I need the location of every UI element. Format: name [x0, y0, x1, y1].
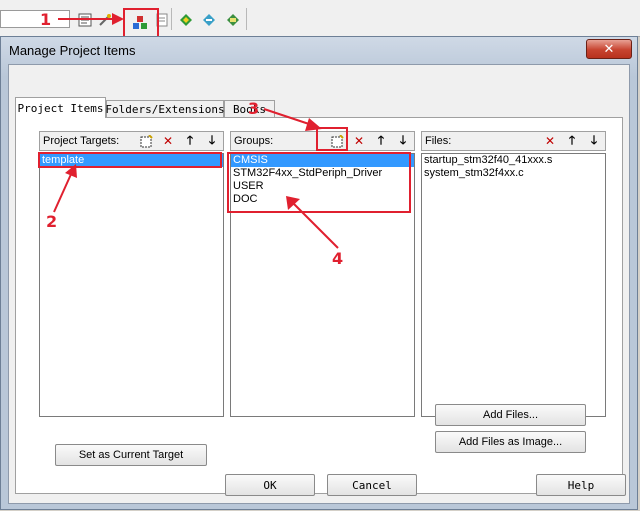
tab-project-items[interactable]: Project Items — [15, 97, 106, 118]
group-item-cmsis[interactable]: CMSIS — [231, 154, 414, 167]
new-group-icon[interactable] — [329, 133, 345, 149]
move-group-up-icon[interactable]: 🡑 — [373, 133, 389, 149]
close-button[interactable]: ✕ — [586, 39, 632, 59]
move-file-up-icon[interactable]: 🡑 — [564, 133, 580, 149]
add-files-button[interactable]: Add Files... — [435, 404, 586, 426]
diamond-green-icon[interactable] — [177, 11, 195, 29]
set-current-target-button[interactable]: Set as Current Target — [55, 444, 207, 466]
delete-group-icon[interactable]: ✕ — [351, 133, 367, 149]
files-title: Files: — [425, 135, 452, 147]
diamond-arrow-icon[interactable] — [200, 11, 218, 29]
ok-button[interactable]: OK — [225, 474, 315, 496]
delete-file-icon[interactable]: ✕ — [542, 133, 558, 149]
move-file-down-icon[interactable]: 🡓 — [586, 133, 602, 149]
move-target-down-icon[interactable]: 🡓 — [204, 133, 220, 149]
add-files-as-image-button[interactable]: Add Files as Image... — [435, 431, 586, 453]
manage-project-items-icon[interactable] — [131, 14, 149, 32]
project-targets-title: Project Targets: — [43, 135, 120, 147]
diamond-pack-icon[interactable] — [224, 11, 242, 29]
annotation-arrow-2 — [53, 164, 77, 213]
annotation-arrow-3 — [263, 108, 322, 131]
annotation-arrow-4 — [286, 196, 339, 249]
file-item-startup[interactable]: startup_stm32f40_41xxx.s — [422, 154, 605, 167]
dialog-title: Manage Project Items — [9, 43, 136, 58]
delete-target-icon[interactable]: ✕ — [160, 133, 176, 149]
annotation-number-1: 1 — [40, 10, 52, 29]
help-button[interactable]: Help — [536, 474, 626, 496]
groups-header: Groups: ✕ 🡑 🡓 — [230, 131, 415, 151]
file-item-system[interactable]: system_stm32f4xx.c — [422, 167, 605, 180]
groups-title: Groups: — [234, 135, 274, 147]
files-header: Files: ✕ 🡑 🡓 — [421, 131, 606, 151]
files-list: startup_stm32f40_41xxx.s system_stm32f4x… — [421, 153, 606, 417]
project-targets-header: Project Targets: ✕ 🡑 🡓 — [39, 131, 224, 151]
new-target-icon[interactable] — [138, 133, 154, 149]
annotation-arrow-1 — [58, 13, 124, 25]
move-target-up-icon[interactable]: 🡑 — [182, 133, 198, 149]
cancel-button[interactable]: Cancel — [327, 474, 417, 496]
annotation-number-4: 4 — [332, 249, 344, 268]
group-item-stdperiph[interactable]: STM32F4xx_StdPeriph_Driver — [231, 167, 414, 180]
tab-folders-extensions[interactable]: Folders/Extensions — [105, 100, 225, 118]
move-group-down-icon[interactable]: 🡓 — [395, 133, 411, 149]
file-extensions-icon[interactable] — [153, 11, 171, 29]
annotation-number-3: 3 — [248, 99, 260, 118]
